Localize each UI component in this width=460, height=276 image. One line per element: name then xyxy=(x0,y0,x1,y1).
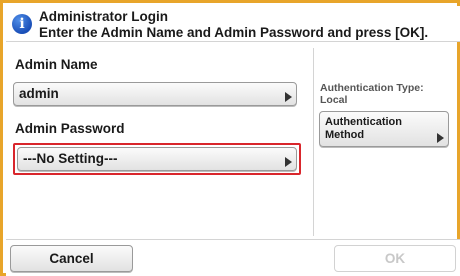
dialog-header: i Administrator Login Enter the Admin Na… xyxy=(6,6,460,42)
info-icon: i xyxy=(12,14,32,34)
dialog-frame: i Administrator Login Enter the Admin Na… xyxy=(0,0,460,276)
authentication-method-button[interactable]: Authentication Method xyxy=(319,111,449,147)
admin-name-button[interactable]: admin xyxy=(13,82,297,106)
dialog-footer: Cancel OK xyxy=(6,239,460,276)
admin-password-label: Admin Password xyxy=(15,121,125,136)
auth-type-label: Authentication Type: xyxy=(320,82,424,94)
auth-button-line1: Authentication xyxy=(325,116,402,128)
instruction-text: Enter the Admin Name and Admin Password … xyxy=(39,25,429,40)
admin-password-button[interactable]: ---No Setting--- xyxy=(17,147,297,171)
admin-password-value: ---No Setting--- xyxy=(23,151,118,166)
auth-type-value: Local xyxy=(320,94,348,106)
column-divider xyxy=(313,48,314,236)
arrow-right-icon xyxy=(285,157,292,167)
admin-name-value: admin xyxy=(19,86,59,101)
auth-button-line2: Method xyxy=(325,129,365,141)
admin-name-label: Admin Name xyxy=(15,57,98,72)
cancel-button[interactable]: Cancel xyxy=(10,245,133,272)
arrow-right-icon xyxy=(437,133,444,143)
ok-button[interactable]: OK xyxy=(334,245,456,272)
arrow-right-icon xyxy=(285,92,292,102)
dialog-title: Administrator Login xyxy=(39,9,168,24)
